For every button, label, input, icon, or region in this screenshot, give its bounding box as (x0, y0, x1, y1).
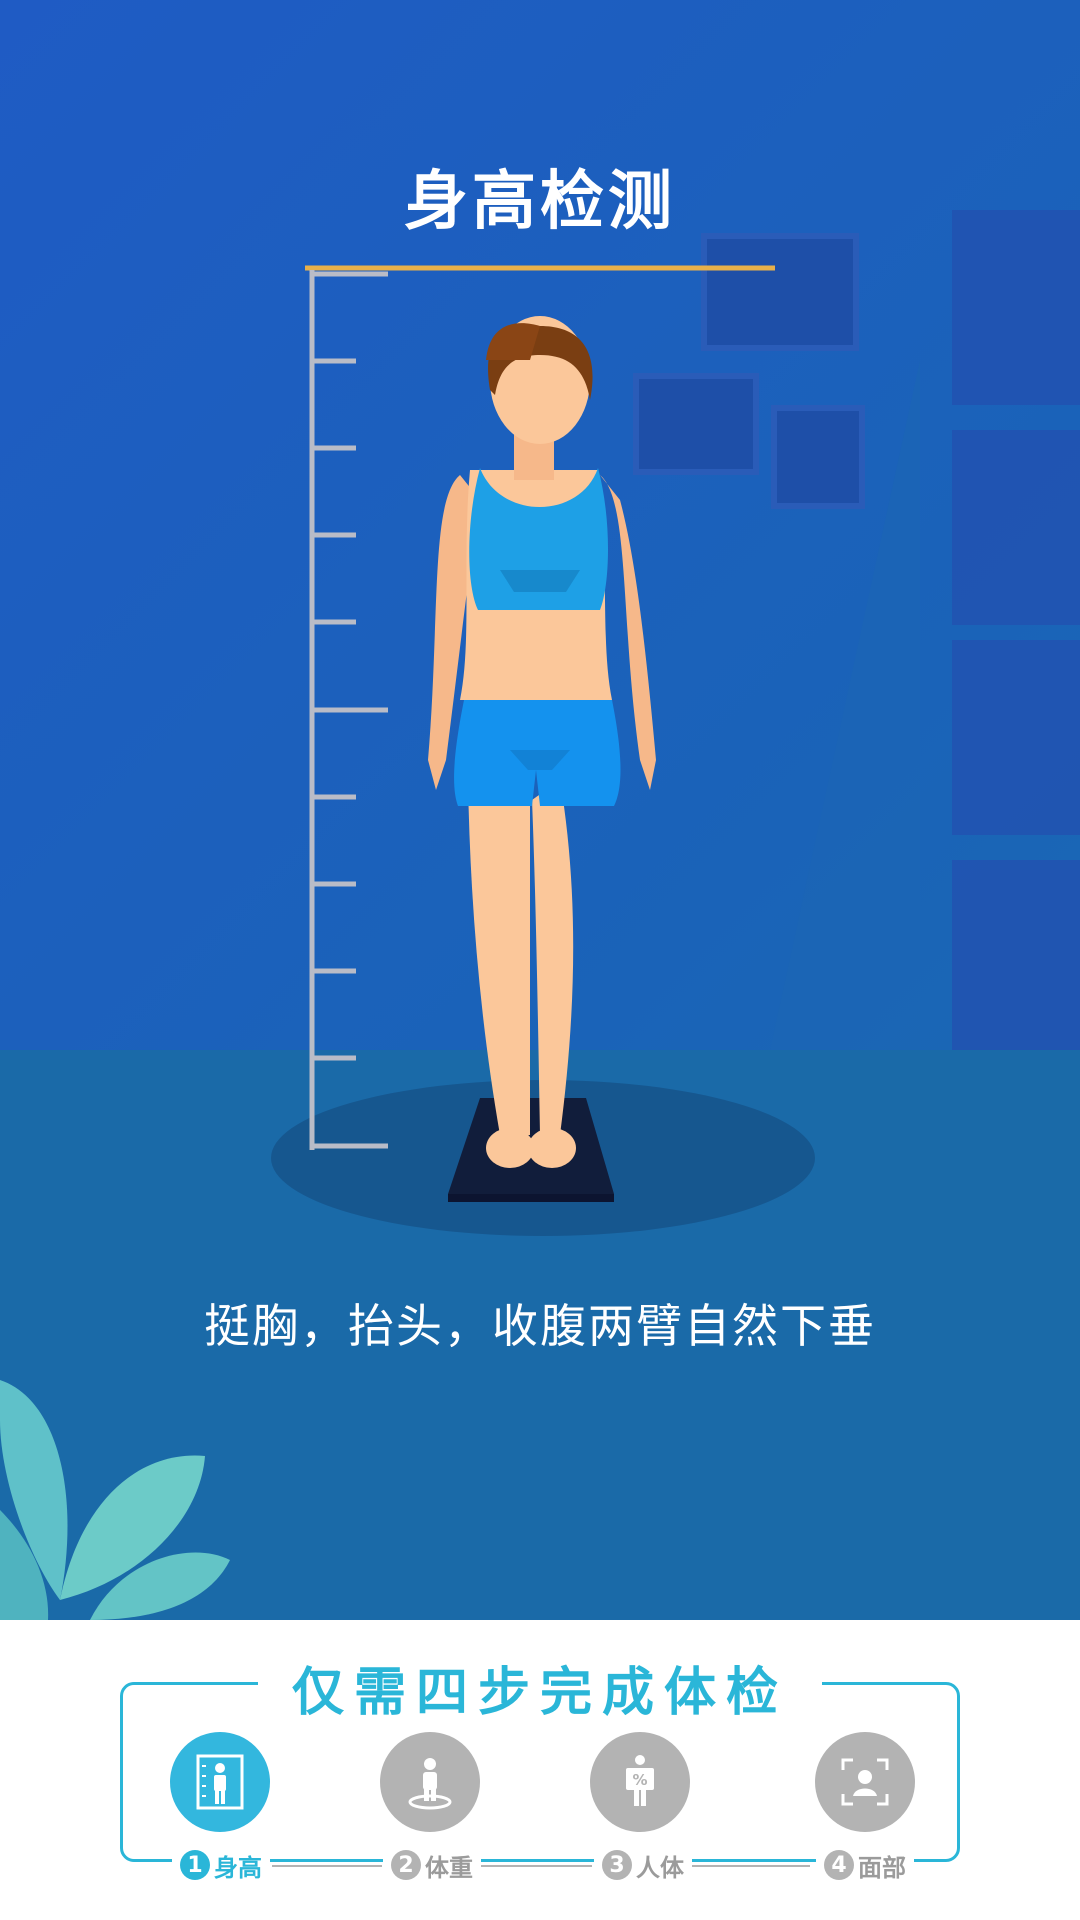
plant-decoration (0, 1380, 230, 1620)
step-label-body: 3 人体 (594, 1845, 692, 1885)
step-label-text: 面部 (858, 1853, 906, 1882)
step-number: 3 (602, 1850, 632, 1880)
steps-heading: 仅需四步完成体检 (0, 1650, 1080, 1725)
step-label-weight: 2 体重 (383, 1845, 481, 1885)
step-label-text: 体重 (425, 1853, 473, 1882)
step-number: 4 (824, 1850, 854, 1880)
page-title: 身高检测 (404, 165, 676, 239)
steps-heading-text: 仅需四步完成体检 (257, 1650, 822, 1725)
height-measure-icon (196, 1754, 244, 1810)
posture-instruction: 挺胸，抬头，收腹两臂自然下垂 (204, 1299, 876, 1353)
step-number: 1 (180, 1850, 210, 1880)
step-body-button[interactable]: % (590, 1732, 690, 1832)
weight-scale-icon (408, 1758, 452, 1810)
step-connector (272, 1865, 382, 1867)
step-connector (690, 1865, 810, 1867)
step-label-height: 1 身高 (172, 1845, 270, 1885)
step-face-button[interactable] (815, 1732, 915, 1832)
step-number: 2 (391, 1850, 421, 1880)
step-height-button[interactable] (170, 1732, 270, 1832)
face-scan-icon (841, 1758, 889, 1806)
screen: 身高检测 挺胸，抬头，收腹两臂自然下垂 仅需四步完成体检 % 1 身高 2 体重… (0, 0, 1080, 1920)
svg-text:%: % (632, 1771, 647, 1789)
height-detection-scene: 身高检测 挺胸，抬头，收腹两臂自然下垂 (0, 0, 1080, 1620)
step-weight-button[interactable] (380, 1732, 480, 1832)
step-label-text: 身高 (214, 1853, 262, 1882)
step-label-face: 4 面部 (816, 1845, 914, 1885)
step-label-text: 人体 (636, 1853, 684, 1882)
step-connector (480, 1865, 592, 1867)
body-composition-icon: % (626, 1755, 654, 1806)
